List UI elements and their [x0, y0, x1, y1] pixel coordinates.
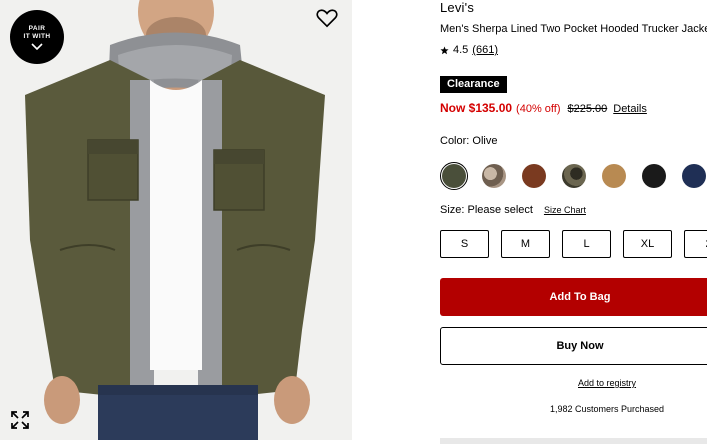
add-to-registry-link[interactable]: Add to registry — [578, 378, 636, 388]
size-option-l[interactable]: L — [562, 230, 611, 258]
original-price: $225.00 — [567, 103, 608, 115]
clearance-badge: Clearance — [440, 76, 507, 93]
size-chart-link[interactable]: Size Chart — [544, 205, 586, 215]
rating-value: 4.5 — [453, 44, 469, 56]
swatch-black[interactable] — [640, 162, 668, 190]
swatch-dark-camo[interactable] — [560, 162, 588, 190]
divider — [440, 438, 707, 444]
pair-it-with-button[interactable]: PAIR IT WITH — [10, 10, 64, 64]
size-option-s[interactable]: S — [440, 230, 489, 258]
swatch-camo[interactable] — [480, 162, 508, 190]
size-option-2xl[interactable]: 2 — [684, 230, 707, 258]
size-option-m[interactable]: M — [501, 230, 550, 258]
size-label: Size: Please select — [440, 204, 533, 216]
size-options: S M L XL 2 — [440, 230, 707, 258]
customers-purchased-text: 1,982 Customers Purchased — [550, 404, 665, 414]
size-row: Size: Please select Size Chart — [440, 204, 586, 216]
swatch-navy[interactable] — [680, 162, 707, 190]
product-image-panel: PAIR IT WITH — [0, 0, 352, 440]
pair-label-line1: PAIR — [28, 24, 46, 32]
rating: 4.5 (661) — [440, 44, 498, 56]
swatch-brown[interactable] — [520, 162, 548, 190]
heart-icon[interactable] — [316, 8, 338, 28]
swatch-color — [482, 164, 506, 188]
review-count-link[interactable]: (661) — [472, 44, 498, 56]
sale-price: Now $135.00 — [440, 101, 513, 115]
product-title: Men's Sherpa Lined Two Pocket Hooded Tru… — [440, 23, 707, 35]
swatch-color — [442, 164, 466, 188]
product-info-panel: Levi's Men's Sherpa Lined Two Pocket Hoo… — [440, 0, 707, 444]
pair-label-line2: IT WITH — [23, 32, 51, 40]
star-icon — [440, 45, 449, 54]
product-photo — [0, 0, 352, 440]
price-details-link[interactable]: Details — [613, 103, 647, 115]
expand-icon[interactable] — [10, 410, 30, 430]
chevron-down-icon — [31, 42, 43, 50]
brand-name[interactable]: Levi's — [440, 0, 474, 15]
swatch-olive[interactable] — [440, 162, 468, 190]
price-row: Now $135.00 (40% off) $225.00 Details — [440, 101, 647, 115]
buy-now-button[interactable]: Buy Now — [440, 327, 707, 365]
add-to-bag-button[interactable]: Add To Bag — [440, 278, 707, 316]
percent-off: (40% off) — [516, 103, 561, 115]
swatch-color — [522, 164, 546, 188]
swatch-color — [682, 164, 706, 188]
swatch-color — [562, 164, 586, 188]
color-swatches — [440, 162, 707, 190]
swatch-color — [642, 164, 666, 188]
swatch-tan[interactable] — [600, 162, 628, 190]
size-option-xl[interactable]: XL — [623, 230, 672, 258]
swatch-color — [602, 164, 626, 188]
color-label: Color: Olive — [440, 135, 498, 147]
